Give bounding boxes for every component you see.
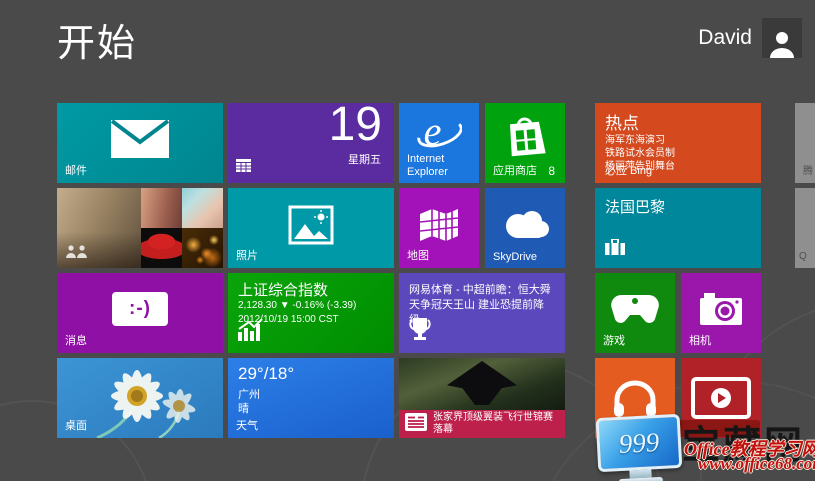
collage-photo-bokeh — [182, 228, 223, 268]
collage-photo-red-hat — [141, 228, 182, 268]
tile-label: 天气 — [236, 420, 258, 432]
emoticon-text: :-) — [129, 298, 151, 319]
watermark-monitor-logo: 999 — [595, 413, 683, 481]
tile-news[interactable]: 张家界顶级翼装飞行世锦赛落幕 — [399, 358, 565, 438]
travel-destination: 法国巴黎 — [605, 199, 666, 216]
calendar-day: 19 — [328, 103, 382, 151]
tile-label: 消息 — [65, 335, 87, 347]
calendar-weekday: 星期五 — [348, 154, 381, 166]
tile-desktop[interactable]: 桌面 — [57, 358, 223, 438]
tile-games[interactable]: 游戏 — [595, 273, 675, 353]
tile-maps[interactable]: 地图 — [399, 188, 479, 268]
bing-news-item: 铁路试水会员制 — [605, 148, 675, 159]
tile-mail[interactable]: 邮件 — [57, 103, 223, 183]
calendar-icon — [236, 159, 251, 177]
tile-travel[interactable]: 法国巴黎 — [595, 188, 761, 268]
tile-label: SkyDrive — [493, 251, 538, 263]
bing-news-item: 海军东海演习 — [605, 135, 665, 146]
tile-internet-explorer[interactable]: e Internet Explorer — [399, 103, 479, 183]
trophy-icon — [409, 317, 431, 346]
collage-photo — [182, 188, 223, 228]
tile-camera[interactable]: 相机 — [681, 273, 761, 353]
tile-label: 相机 — [689, 335, 711, 347]
start-screen: 开始 David 邮件 19 星期五 e Internet Explorer 应… — [0, 0, 815, 481]
store-update-badge: 8 — [548, 164, 555, 178]
tile-skydrive[interactable]: SkyDrive — [485, 188, 565, 268]
weather-condition: 晴 — [238, 403, 249, 415]
tile-label: 桌面 — [65, 420, 87, 432]
tile-edge-partial-2[interactable]: Q — [795, 188, 815, 268]
tile-finance[interactable]: 上证综合指数 2,128.30 ▼ -0.16% (-3.39) 2012/10… — [228, 273, 394, 353]
tile-label: 地图 — [407, 250, 429, 262]
tile-label: Internet Explorer — [407, 153, 448, 178]
wingsuit-silhouette — [447, 361, 517, 405]
tile-label: 邮件 — [65, 165, 87, 177]
tile-label: 游戏 — [603, 335, 625, 347]
tile-calendar[interactable]: 19 星期五 — [228, 103, 394, 183]
user-avatar-icon[interactable] — [762, 18, 802, 58]
watermark-999-text: 999 — [617, 426, 660, 459]
newspaper-icon — [405, 412, 427, 436]
tile-people[interactable] — [57, 188, 223, 268]
tile-label: Q — [799, 251, 807, 262]
people-icon — [65, 245, 89, 263]
tile-photos[interactable]: 照片 — [228, 188, 394, 268]
tile-edge-partial-1[interactable]: 腾 — [795, 103, 815, 183]
collage-photo — [141, 188, 182, 228]
stock-index-name: 上证综合指数 — [238, 282, 329, 299]
weather-temps: 29°/18° — [238, 364, 295, 383]
bing-news-title: 热点 — [605, 114, 639, 133]
tile-messaging[interactable]: :-) 消息 — [57, 273, 223, 353]
tile-label: 照片 — [236, 250, 258, 262]
tile-sports-news[interactable]: 网易体育 - 中超前瞻：恒大舜天争冠天王山 建业恐提前降级 — [399, 273, 565, 353]
news-photo — [399, 358, 565, 410]
watermark-site-url: www.office68.com — [698, 454, 815, 473]
news-headline: 张家界顶级翼装飞行世锦赛落幕 — [433, 412, 553, 435]
user-account[interactable]: David — [698, 18, 802, 58]
page-title: 开始 — [57, 23, 138, 65]
tile-weather[interactable]: 29°/18° 广州 晴 天气 — [228, 358, 394, 438]
tile-label: 应用商店 — [493, 165, 537, 177]
tile-label: 腾 — [803, 166, 813, 177]
chart-icon — [238, 318, 264, 346]
tile-store[interactable]: 应用商店 8 — [485, 103, 565, 183]
user-name: David — [698, 26, 752, 49]
tile-bing-news[interactable]: 热点 海军东海演习 铁路试水会员制 杨丽萍告别舞台 必应 Bing — [595, 103, 761, 183]
stock-quote: 2,128.30 ▼ -0.16% (-3.39) — [238, 300, 357, 311]
suitcase-icon — [605, 238, 625, 260]
bing-brand: 必应 Bing — [605, 165, 653, 177]
